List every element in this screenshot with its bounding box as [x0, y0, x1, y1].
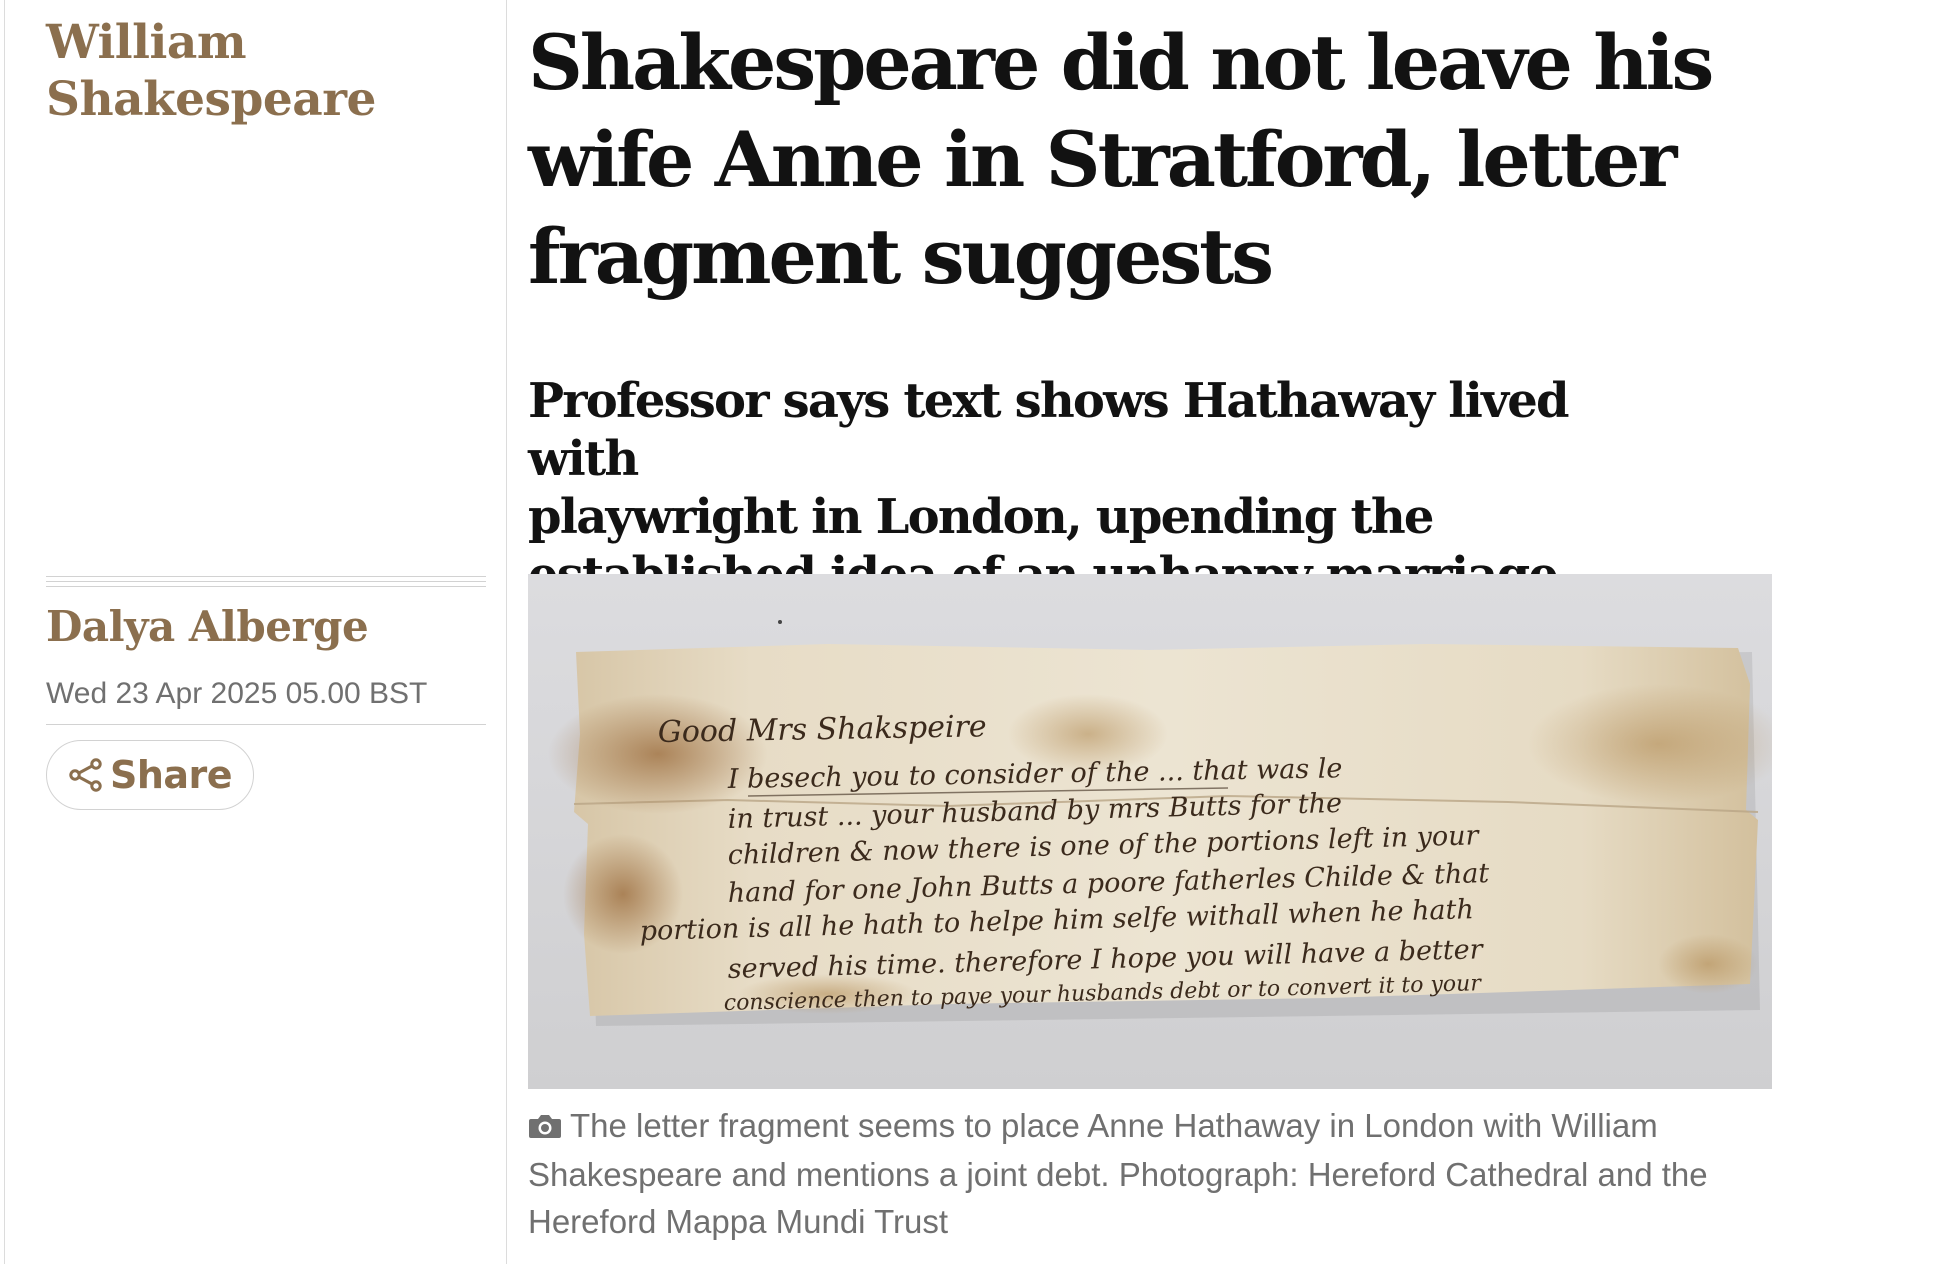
- headline-line: wife Anne in Stratford, letter: [528, 115, 1677, 204]
- section-label[interactable]: William Shakespeare: [46, 14, 486, 128]
- letter-fragment-photo[interactable]: Good Mrs Shakspeire I besech you to cons…: [528, 574, 1772, 1089]
- handwriting-line: Good Mrs Shakspeire: [658, 709, 987, 750]
- article-standfirst: Professor says text shows Hathaway lived…: [528, 372, 1598, 604]
- section-label-line: William: [46, 15, 247, 70]
- page-left-border: [4, 0, 5, 1264]
- publish-date: Wed 23 Apr 2025 05.00 BST: [46, 677, 428, 710]
- section-label-line: Shakespeare: [46, 72, 376, 127]
- share-label: Share: [109, 753, 233, 797]
- caption-text: The letter fragment seems to place Anne …: [528, 1107, 1708, 1240]
- share-icon: [68, 757, 104, 793]
- image-caption: The letter fragment seems to place Anne …: [528, 1102, 1788, 1245]
- camera-icon: [528, 1104, 562, 1151]
- column-divider: [506, 0, 507, 1264]
- headline-line: fragment suggests: [528, 212, 1274, 301]
- share-button[interactable]: Share: [46, 740, 254, 810]
- standfirst-line: Professor says text shows Hathaway lived…: [528, 373, 1570, 487]
- byline-rules: [46, 576, 486, 590]
- author-name[interactable]: Dalya Alberge: [46, 600, 369, 654]
- date-divider: [46, 724, 486, 725]
- article-headline: Shakespeare did not leave his wife Anne …: [528, 14, 1768, 305]
- headline-line: Shakespeare did not leave his: [528, 18, 1714, 107]
- standfirst-line: playwright in London, upending the: [528, 489, 1434, 545]
